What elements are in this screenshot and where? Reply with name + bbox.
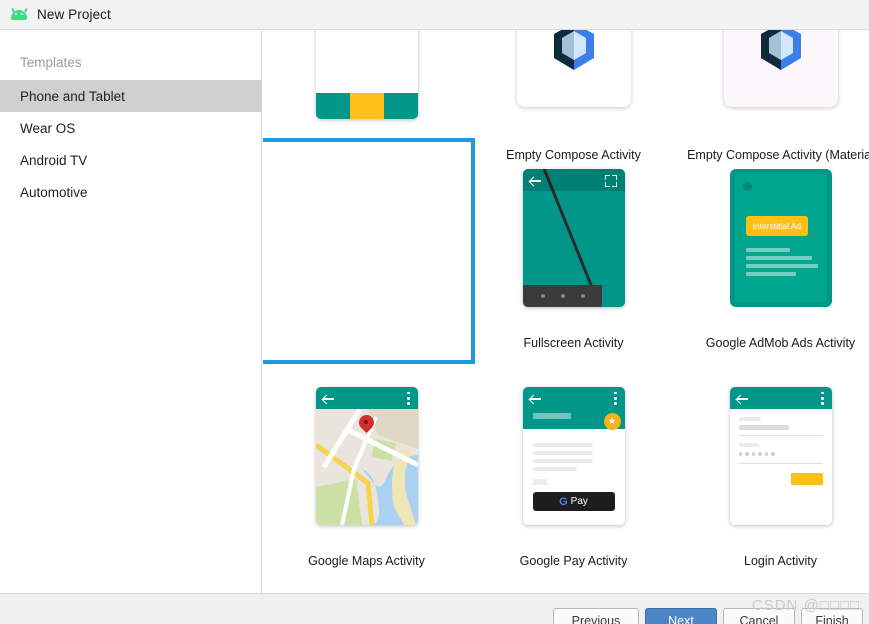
sidebar-item-phone-and-tablet[interactable]: Phone and Tablet: [0, 80, 261, 112]
back-arrow-icon: [529, 393, 541, 404]
app-bar: [729, 387, 832, 409]
selected-template-highlight: [263, 138, 475, 364]
templates-sidebar: Templates Phone and Tablet Wear OS Andro…: [0, 30, 262, 593]
interstitial-ad-button: Interstitial Ad: [745, 216, 809, 236]
sign-in-button: [790, 473, 823, 485]
overflow-menu-icon: [821, 392, 824, 405]
phone-frame: ★ G Pay: [522, 387, 625, 525]
back-arrow-icon: [529, 175, 541, 186]
username-field-underline: [738, 435, 823, 436]
template-label: Google Pay Activity: [519, 554, 628, 568]
template-label: Google AdMob Ads Activity: [705, 336, 856, 350]
thumbnail-bottom-nav: [263, 30, 470, 145]
bottom-nav-bar: [315, 93, 418, 119]
phone-frame: [522, 169, 625, 307]
map-pin-icon: [355, 411, 377, 435]
template-card-google-admob-ads-activity[interactable]: Interstitial Ad Google AdMob Ads Activit…: [677, 143, 869, 353]
template-grid: Bottom Navigation Activity Empty Compose…: [263, 30, 869, 593]
phone-frame: [315, 387, 418, 525]
phone-frame: [729, 387, 832, 525]
password-field-underline: [738, 463, 823, 464]
dialog-footer: Previous Next Cancel Finish: [0, 593, 869, 624]
star-fab-icon: ★: [603, 413, 621, 430]
thumbnail-login: [677, 361, 869, 551]
compose-card: [516, 30, 631, 107]
back-arrow-icon: [322, 393, 334, 404]
thumbnail-admob: Interstitial Ad: [677, 143, 869, 333]
jetpack-compose-logo-icon: [553, 30, 594, 70]
dialog-titlebar: New Project: [0, 0, 869, 30]
new-project-dialog: New Project Templates Phone and Tablet W…: [0, 0, 869, 624]
compose-card-material: [723, 30, 838, 107]
sidebar-item-wear-os[interactable]: Wear OS: [0, 112, 261, 144]
thumbnail-compose: [470, 30, 677, 145]
avatar-dot-icon: [742, 182, 752, 191]
thumbnail-fullscreen: [470, 143, 677, 333]
previous-button[interactable]: Previous: [553, 608, 639, 624]
template-card-google-pay-activity[interactable]: ★ G Pay Google Pay Activity: [470, 361, 677, 571]
thumbnail-compose-material: [677, 30, 869, 145]
sidebar-item-automotive[interactable]: Automotive: [0, 176, 261, 208]
csdn-watermark: CSDN @□□□□: [751, 597, 860, 614]
template-label: Fullscreen Activity: [523, 336, 624, 350]
dialog-title: New Project: [37, 7, 111, 22]
phone-frame: Interstitial Ad: [729, 169, 832, 307]
overflow-menu-icon: [614, 392, 617, 405]
template-label: Login Activity: [744, 554, 817, 568]
phone-frame: [315, 30, 418, 119]
sidebar-item-android-tv[interactable]: Android TV: [0, 144, 261, 176]
bottom-system-bar: [522, 285, 603, 307]
back-arrow-icon: [736, 393, 748, 404]
template-row-3: Google Maps Activity ★ G Pay Google Pay …: [263, 361, 869, 571]
next-button[interactable]: Next: [645, 608, 717, 624]
android-robot-icon: [10, 7, 28, 22]
jetpack-compose-logo-icon: [760, 30, 801, 70]
template-card-google-maps-activity[interactable]: Google Maps Activity: [263, 361, 470, 571]
thumbnail-maps: [263, 361, 470, 551]
app-bar: [315, 387, 418, 409]
fullscreen-expand-icon: [604, 175, 617, 187]
template-card-fullscreen-activity[interactable]: Fullscreen Activity: [470, 143, 677, 353]
overflow-menu-icon: [407, 392, 410, 405]
google-pay-button: G Pay: [532, 492, 615, 511]
sidebar-header-templates: Templates: [20, 54, 82, 70]
thumbnail-pay: ★ G Pay: [470, 361, 677, 551]
pay-label: Pay: [570, 496, 588, 507]
google-g-icon: G: [559, 495, 568, 508]
template-card-login-activity[interactable]: Login Activity: [677, 361, 869, 571]
template-label: Google Maps Activity: [308, 554, 425, 568]
password-dots: [738, 452, 775, 456]
